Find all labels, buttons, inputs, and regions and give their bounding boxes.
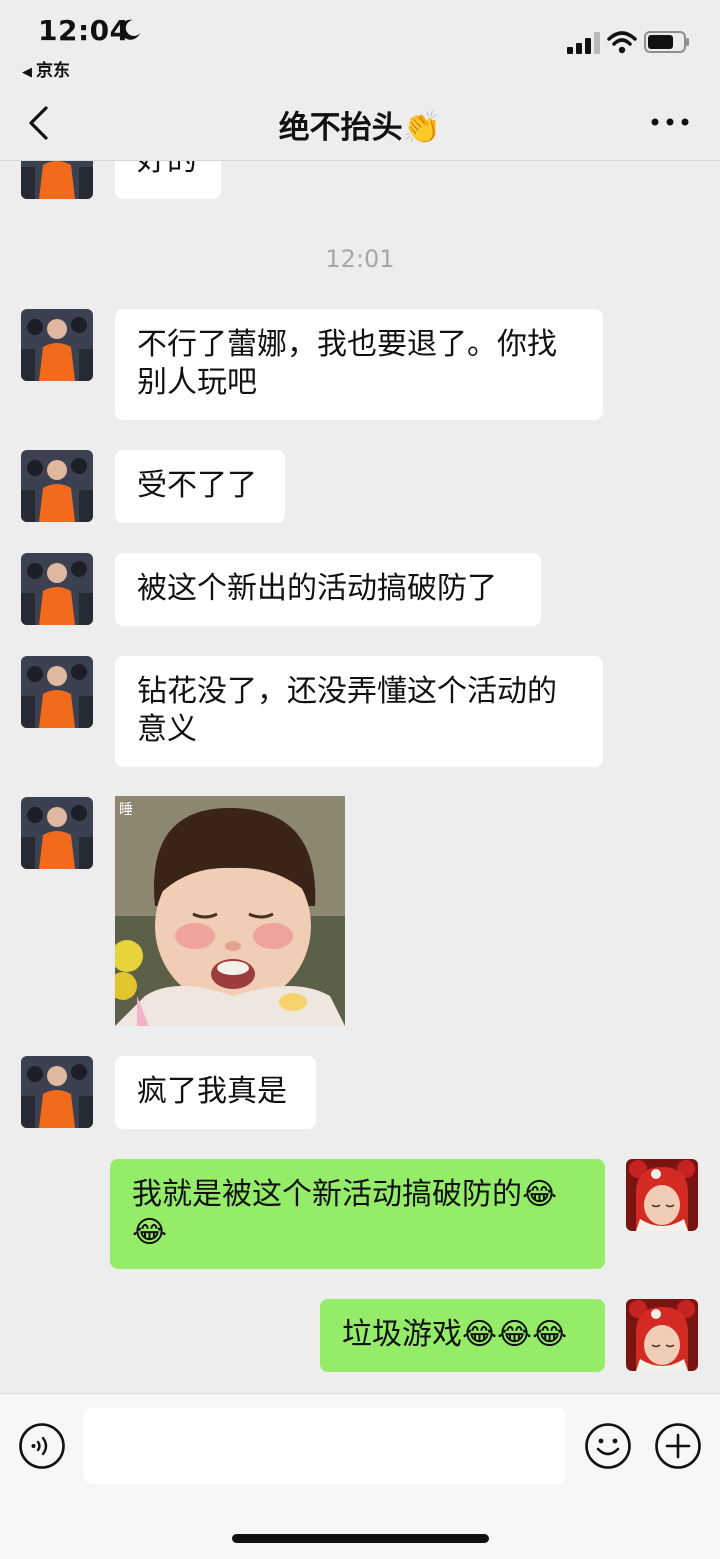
sticker-caption: 睡	[119, 802, 133, 818]
message-bubble[interactable]: 不行了蕾娜，我也要退了。你找别人玩吧	[115, 309, 603, 420]
plus-icon[interactable]	[654, 1422, 702, 1470]
contact-avatar[interactable]	[21, 450, 93, 522]
battery-icon	[644, 31, 689, 53]
chat-title: 绝不抬头👏	[278, 110, 442, 146]
voice-icon[interactable]	[18, 1422, 66, 1470]
my-message-bubble[interactable]: 垃圾游戏😂😂😂	[320, 1299, 605, 1372]
message-text: 垃圾游戏😂😂😂	[342, 1317, 568, 1352]
input-bar	[0, 1393, 720, 1559]
message-bubble[interactable]: 钻花没了，还没弄懂这个活动的意义	[115, 656, 603, 767]
wifi-icon	[607, 31, 637, 54]
contact-avatar[interactable]	[21, 797, 93, 869]
contact-avatar[interactable]	[21, 309, 93, 381]
my-avatar[interactable]	[626, 1159, 698, 1231]
message-text: 我就是被这个新活动搞破防的😂😂	[132, 1177, 558, 1250]
message-list[interactable]: 好的 12:01 不行了蕾娜，我也要退了。你找别人玩吧 受不了了 被这个新出的活…	[0, 161, 720, 1393]
back-app-label: 京东	[36, 61, 70, 81]
message-text: 被这个新出的活动搞破防了	[137, 571, 497, 606]
message-bubble[interactable]: 疯了我真是	[115, 1056, 316, 1129]
message-text: 受不了了	[137, 468, 257, 503]
more-dots-icon[interactable]	[650, 116, 690, 128]
message-timestamp: 12:01	[325, 245, 395, 273]
contact-avatar[interactable]	[21, 161, 93, 199]
message-bubble[interactable]: 好的	[115, 161, 221, 199]
moon-icon	[120, 19, 140, 40]
status-bar: 12:04 ◀ 京东	[0, 0, 720, 90]
contact-avatar[interactable]	[21, 656, 93, 728]
message-text: 好的	[137, 161, 197, 178]
message-text: 不行了蕾娜，我也要退了。你找别人玩吧	[137, 327, 557, 400]
contact-avatar[interactable]	[21, 1056, 93, 1128]
my-avatar[interactable]	[626, 1299, 698, 1371]
signal-icon	[567, 32, 600, 54]
message-input[interactable]	[84, 1408, 566, 1484]
back-to-app-link[interactable]: ◀ 京东	[22, 56, 70, 81]
message-bubble[interactable]: 被这个新出的活动搞破防了	[115, 553, 541, 626]
back-triangle-icon: ◀	[22, 65, 32, 80]
contact-avatar[interactable]	[21, 553, 93, 625]
message-bubble[interactable]: 受不了了	[115, 450, 285, 523]
message-text: 疯了我真是	[137, 1074, 287, 1109]
my-message-bubble[interactable]: 我就是被这个新活动搞破防的😂😂	[110, 1159, 605, 1269]
home-indicator[interactable]	[232, 1534, 489, 1543]
status-time: 12:04	[38, 14, 130, 47]
sticker-image[interactable]: 睡	[115, 796, 345, 1026]
message-text: 钻花没了，还没弄懂这个活动的意义	[137, 674, 557, 747]
smile-icon[interactable]	[584, 1422, 632, 1470]
chat-header: 绝不抬头👏	[0, 90, 720, 161]
